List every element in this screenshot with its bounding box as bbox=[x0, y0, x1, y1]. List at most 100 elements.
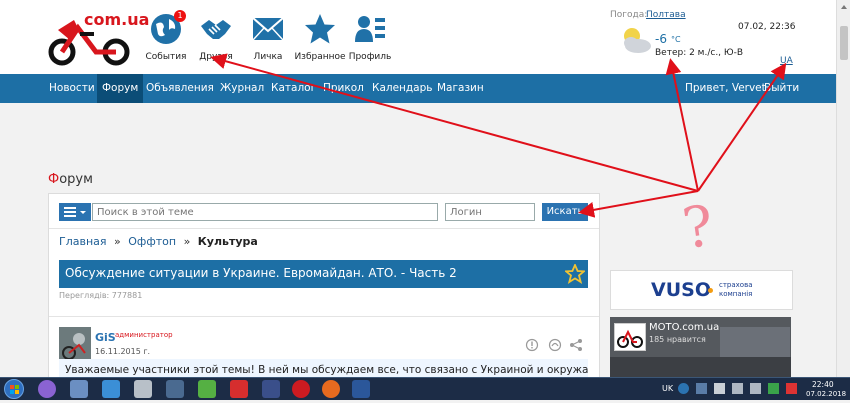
wind-info: Ветер: 2 м./с., Ю-В bbox=[655, 48, 744, 58]
nav-item-catalog[interactable]: Каталог bbox=[266, 74, 321, 103]
search-toolbar: Искать bbox=[49, 194, 599, 229]
nav-item-news[interactable]: Новости bbox=[44, 74, 100, 103]
taskbar-opera-icon[interactable] bbox=[292, 380, 310, 398]
logout-link[interactable]: Выйти bbox=[764, 74, 799, 103]
temperature-unit: °C bbox=[671, 35, 681, 44]
chat-tray-icon[interactable] bbox=[786, 383, 797, 394]
page-title-rest: орум bbox=[59, 172, 93, 187]
login-input[interactable] bbox=[445, 203, 535, 221]
clock-time[interactable]: 22:40 bbox=[812, 380, 834, 389]
nav-item-fun[interactable]: Прикол bbox=[318, 74, 369, 103]
main-nav: Новости Форум Объявления Журнал Каталог … bbox=[0, 74, 850, 103]
handshake-icon bbox=[201, 20, 231, 39]
help-tray-icon[interactable] bbox=[678, 383, 689, 394]
nav-greeting[interactable]: Привет, Vervet bbox=[685, 74, 766, 103]
quote-icon[interactable] bbox=[548, 338, 562, 352]
views-count: Переглядів: 777881 bbox=[59, 291, 143, 300]
vuso-sub1: страхова bbox=[719, 281, 753, 289]
taskbar-pdf-icon[interactable] bbox=[230, 380, 248, 398]
language-switch-link[interactable]: UA bbox=[780, 56, 793, 66]
weather-city-link[interactable]: Полтава bbox=[646, 10, 686, 20]
page-title: Форум bbox=[48, 172, 93, 187]
datetime: 07.02, 22:36 bbox=[738, 22, 796, 32]
volume-tray-icon[interactable] bbox=[750, 383, 761, 394]
hamburger-icon bbox=[64, 207, 86, 217]
divider bbox=[49, 316, 599, 317]
vuso-sub2: компанія bbox=[719, 290, 753, 298]
keyboard-language[interactable]: UK bbox=[662, 384, 673, 393]
ad-vuso[interactable]: VUSO страхова компанія bbox=[610, 270, 793, 310]
vuso-brand: VUSO bbox=[651, 279, 711, 301]
page-title-first-letter: Ф bbox=[48, 172, 60, 187]
taskbar-calculator-icon[interactable] bbox=[134, 380, 152, 398]
post-text: Уважаемые участники этой темы! В ней мы … bbox=[65, 364, 588, 376]
taskbar-assistant-icon[interactable] bbox=[38, 380, 56, 398]
taskbar-torrent-icon[interactable] bbox=[198, 380, 216, 398]
topic-title-bar: Обсуждение ситуации в Украине. Евромайда… bbox=[59, 260, 588, 288]
post-date: 16.11.2015 г. bbox=[95, 347, 151, 356]
header-friends-link[interactable]: Друзья bbox=[186, 12, 246, 62]
nav-item-forum[interactable]: Форум bbox=[97, 74, 144, 103]
events-badge: 1 bbox=[174, 10, 186, 22]
topic-search-input[interactable] bbox=[92, 203, 438, 221]
header-messages-link[interactable]: Личка bbox=[238, 12, 298, 62]
avatar-image bbox=[59, 327, 91, 360]
nav-item-calendar[interactable]: Календарь bbox=[367, 74, 437, 103]
forum-panel: Искать Главная » Оффтоп » Культура Обсуж… bbox=[48, 193, 600, 378]
post-author-role: администратор bbox=[115, 331, 173, 339]
weather-label: Погода: bbox=[610, 10, 648, 20]
antivirus-tray-icon[interactable] bbox=[768, 383, 779, 394]
clock-date[interactable]: 07.02.2018 bbox=[806, 390, 846, 398]
favorite-star-icon[interactable] bbox=[565, 264, 585, 284]
post-body: Уважаемые участники этой темы! В ней мы … bbox=[59, 359, 588, 378]
vuso-dot bbox=[708, 288, 713, 293]
header-profile-link[interactable]: Профиль bbox=[340, 12, 400, 62]
breadcrumb-home[interactable]: Главная bbox=[59, 235, 107, 248]
ad-moto-page[interactable]: MOTO.com.ua 185 нравится bbox=[610, 317, 791, 377]
moto-page-title: MOTO.com.ua bbox=[649, 322, 720, 333]
moto-page-logo bbox=[614, 323, 646, 351]
messages-label: Личка bbox=[253, 52, 283, 62]
app-tray-icon[interactable] bbox=[696, 383, 707, 394]
post-author-link[interactable]: GiS bbox=[95, 331, 116, 344]
taskbar-firefox-icon[interactable] bbox=[322, 380, 340, 398]
taskbar-telegram-icon[interactable] bbox=[102, 380, 120, 398]
breadcrumb-separator: » bbox=[183, 235, 191, 248]
profile-label: Профиль bbox=[348, 52, 392, 62]
moto-logo-icon bbox=[617, 329, 643, 348]
nav-item-ads[interactable]: Объявления bbox=[141, 74, 219, 103]
windows-logo-icon bbox=[10, 385, 19, 394]
scrollbar-thumb[interactable] bbox=[840, 26, 848, 60]
report-icon[interactable] bbox=[525, 338, 539, 352]
profile-icon bbox=[355, 16, 385, 42]
flag-tray-icon[interactable] bbox=[714, 383, 725, 394]
site-logo[interactable]: com.ua bbox=[48, 10, 149, 66]
post-avatar[interactable] bbox=[59, 327, 91, 360]
partly-cloudy-icon bbox=[624, 28, 651, 53]
temperature: -6 bbox=[655, 32, 667, 46]
nav-item-journal[interactable]: Журнал bbox=[215, 74, 269, 103]
search-menu-button[interactable] bbox=[59, 203, 91, 221]
page-scrollbar[interactable] bbox=[836, 0, 850, 377]
scroll-up-arrow-icon[interactable] bbox=[837, 0, 850, 14]
taskbar-explorer-icon[interactable] bbox=[70, 380, 88, 398]
star-icon bbox=[305, 14, 335, 44]
windows-taskbar: UK 22:40 07.02.2018 bbox=[0, 377, 850, 400]
topic-title: Обсуждение ситуации в Украине. Евромайда… bbox=[65, 266, 457, 280]
share-icon[interactable] bbox=[569, 338, 583, 352]
breadcrumb-offtopic[interactable]: Оффтоп bbox=[128, 235, 176, 248]
question-mark: ? bbox=[679, 194, 718, 263]
search-button[interactable]: Искать bbox=[542, 203, 588, 221]
taskbar-save-icon[interactable] bbox=[262, 380, 280, 398]
mail-icon bbox=[252, 17, 284, 41]
site-header: com.ua 1 События Друзья Личка Избранное bbox=[0, 0, 850, 74]
start-button[interactable] bbox=[4, 379, 24, 399]
taskbar-display-icon[interactable] bbox=[166, 380, 184, 398]
tray-icons bbox=[678, 383, 798, 395]
taskbar-word-icon[interactable] bbox=[352, 380, 370, 398]
nav-item-shop[interactable]: Магазин bbox=[432, 74, 489, 103]
friends-label: Друзья bbox=[199, 52, 233, 62]
moto-page-likes: 185 нравится bbox=[649, 335, 706, 344]
breadcrumb-separator: » bbox=[114, 235, 121, 248]
network-tray-icon[interactable] bbox=[732, 383, 743, 394]
